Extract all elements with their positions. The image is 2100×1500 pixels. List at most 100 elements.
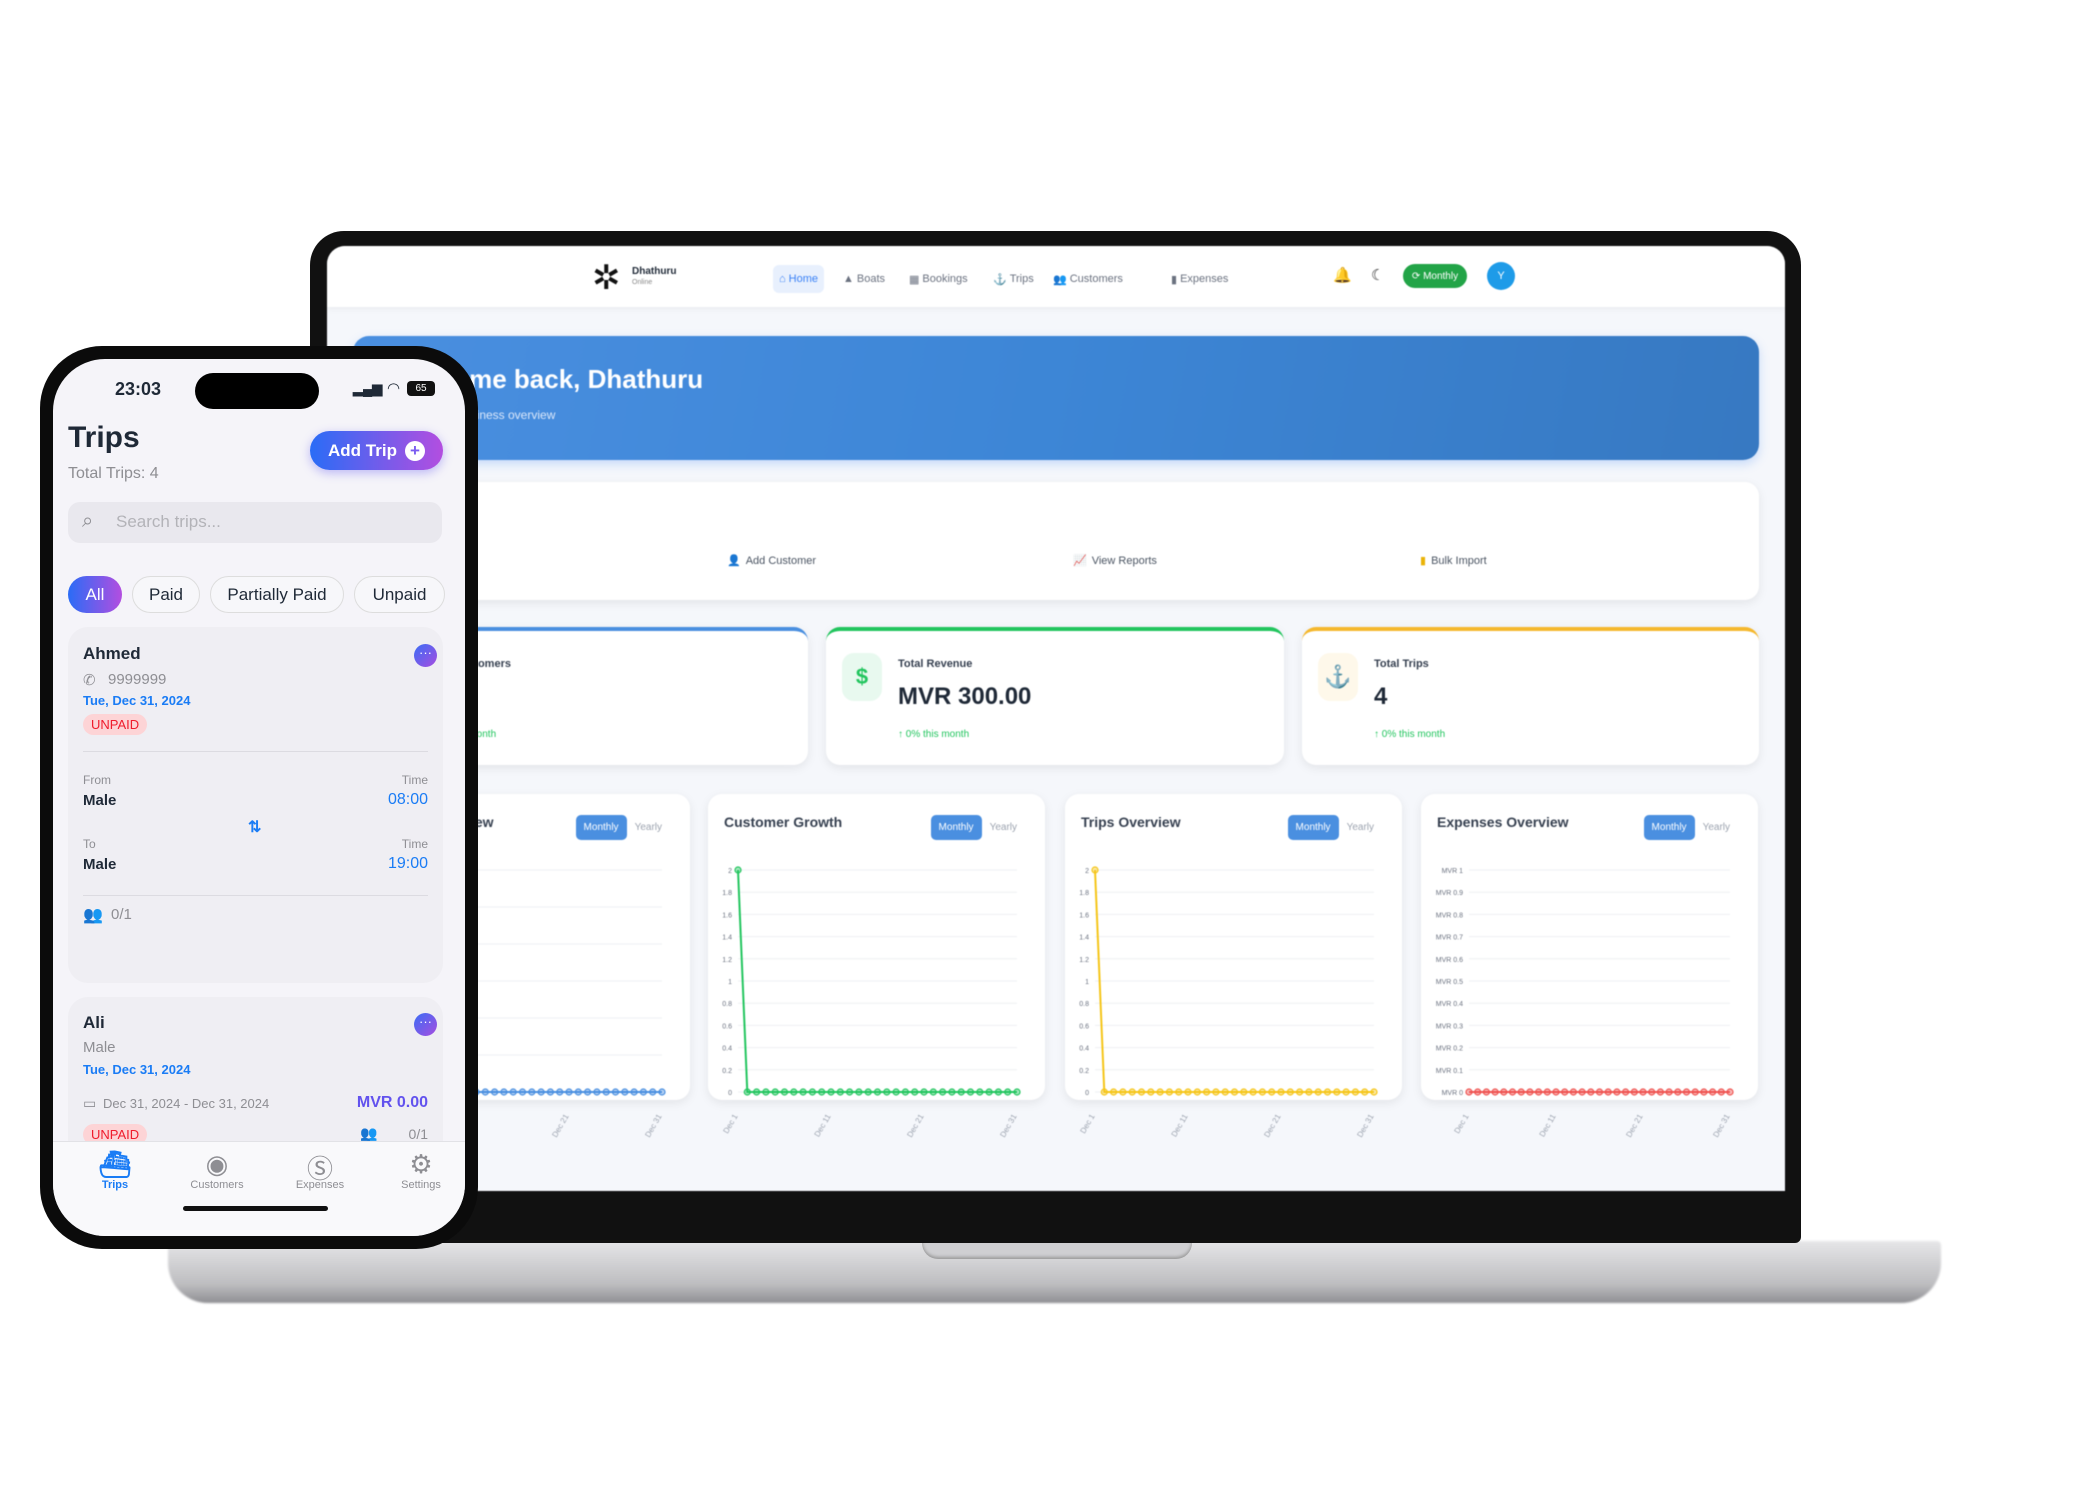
data-point[interactable] bbox=[1109, 1088, 1118, 1096]
data-point[interactable] bbox=[639, 1088, 647, 1096]
add-trip-button[interactable]: Add Trip + bbox=[310, 431, 443, 470]
data-point[interactable] bbox=[1230, 1088, 1239, 1096]
data-point[interactable] bbox=[556, 1088, 564, 1096]
data-point[interactable] bbox=[855, 1088, 863, 1096]
data-point[interactable] bbox=[528, 1088, 536, 1096]
data-point[interactable] bbox=[911, 1088, 919, 1096]
data-point[interactable] bbox=[491, 1088, 499, 1096]
data-point[interactable] bbox=[1500, 1088, 1508, 1096]
data-point[interactable] bbox=[1700, 1088, 1708, 1096]
data-point[interactable] bbox=[883, 1088, 891, 1096]
data-point[interactable] bbox=[1674, 1088, 1682, 1096]
trip-card[interactable]: Ahmed ✆ 9999999 Tue, Dec 31, 2024 UNPAID… bbox=[68, 627, 443, 983]
tab-expenses[interactable]: Ⓢ Expenses bbox=[270, 1149, 370, 1191]
data-point[interactable] bbox=[846, 1088, 854, 1096]
data-point[interactable] bbox=[957, 1088, 965, 1096]
tab-customers[interactable]: ◉ Customers bbox=[167, 1149, 267, 1191]
data-point[interactable] bbox=[1543, 1088, 1551, 1096]
data-point[interactable] bbox=[1333, 1088, 1341, 1096]
data-point[interactable] bbox=[500, 1088, 508, 1096]
data-point[interactable] bbox=[1203, 1088, 1211, 1096]
data-point[interactable] bbox=[537, 1088, 545, 1096]
search-input[interactable]: ⌕ Search trips... bbox=[68, 502, 442, 543]
data-point[interactable] bbox=[1508, 1088, 1517, 1096]
data-point[interactable] bbox=[1482, 1088, 1491, 1096]
data-point[interactable] bbox=[1013, 1088, 1021, 1096]
bell-icon[interactable]: 🔔 bbox=[1333, 266, 1352, 284]
data-point[interactable] bbox=[658, 1088, 666, 1096]
data-point[interactable] bbox=[1175, 1088, 1183, 1096]
data-point[interactable] bbox=[630, 1088, 638, 1096]
data-point[interactable] bbox=[584, 1088, 592, 1096]
data-point[interactable] bbox=[1569, 1088, 1577, 1096]
data-point[interactable] bbox=[1526, 1088, 1534, 1096]
data-point[interactable] bbox=[799, 1088, 807, 1096]
filter-all[interactable]: All bbox=[68, 576, 122, 613]
tab-trips[interactable]: ⛴ Trips bbox=[65, 1149, 165, 1191]
data-point[interactable] bbox=[752, 1088, 761, 1096]
data-point[interactable] bbox=[920, 1088, 928, 1096]
filter-paid[interactable]: Paid bbox=[132, 576, 200, 613]
data-point[interactable] bbox=[780, 1088, 789, 1096]
data-point[interactable] bbox=[481, 1088, 489, 1096]
data-point[interactable] bbox=[762, 1088, 770, 1096]
data-point[interactable] bbox=[621, 1088, 629, 1096]
data-point[interactable] bbox=[743, 1088, 751, 1096]
tab-settings[interactable]: ⚙ Settings bbox=[371, 1149, 465, 1191]
data-point[interactable] bbox=[1004, 1088, 1012, 1096]
data-point[interactable] bbox=[1665, 1088, 1673, 1096]
nav-bookings[interactable]: ▦ Bookings bbox=[903, 265, 974, 293]
data-point[interactable] bbox=[808, 1088, 817, 1096]
data-point[interactable] bbox=[574, 1088, 582, 1096]
data-point[interactable] bbox=[518, 1088, 527, 1096]
data-point[interactable] bbox=[1656, 1088, 1664, 1096]
data-point[interactable] bbox=[836, 1088, 844, 1096]
data-point[interactable] bbox=[1240, 1088, 1248, 1096]
data-point[interactable] bbox=[939, 1088, 947, 1096]
data-point[interactable] bbox=[565, 1088, 573, 1096]
bulk-import-action[interactable]: ▮ Bulk Import bbox=[1420, 554, 1487, 568]
more-icon[interactable]: ··· bbox=[414, 644, 437, 667]
data-point[interactable] bbox=[1119, 1088, 1127, 1096]
data-point[interactable] bbox=[827, 1088, 835, 1096]
data-point[interactable] bbox=[1587, 1088, 1595, 1096]
data-point[interactable] bbox=[1630, 1088, 1638, 1096]
data-point[interactable] bbox=[546, 1088, 554, 1096]
data-point[interactable] bbox=[1193, 1088, 1201, 1096]
data-point[interactable] bbox=[994, 1088, 1002, 1096]
data-point[interactable] bbox=[1726, 1088, 1734, 1096]
data-point[interactable] bbox=[771, 1088, 779, 1096]
data-point[interactable] bbox=[985, 1088, 993, 1096]
data-point[interactable] bbox=[1491, 1088, 1499, 1096]
nav-home[interactable]: ⌂ Home bbox=[773, 265, 824, 293]
data-point[interactable] bbox=[734, 866, 742, 874]
data-point[interactable] bbox=[1717, 1088, 1725, 1096]
nav-trips[interactable]: ⚓ Trips bbox=[987, 265, 1040, 293]
data-point[interactable] bbox=[1156, 1088, 1164, 1096]
data-point[interactable] bbox=[1361, 1088, 1369, 1096]
data-point[interactable] bbox=[1323, 1088, 1332, 1096]
data-point[interactable] bbox=[1682, 1088, 1691, 1096]
data-point[interactable] bbox=[1578, 1088, 1586, 1096]
data-point[interactable] bbox=[1534, 1088, 1543, 1096]
data-point[interactable] bbox=[1277, 1088, 1285, 1096]
data-point[interactable] bbox=[1147, 1088, 1155, 1096]
add-customer-action[interactable]: 👤 Add Customer bbox=[727, 554, 816, 568]
data-point[interactable] bbox=[1342, 1088, 1350, 1096]
data-point[interactable] bbox=[1221, 1088, 1229, 1096]
data-point[interactable] bbox=[929, 1088, 937, 1096]
data-point[interactable] bbox=[901, 1088, 909, 1096]
data-point[interactable] bbox=[1314, 1088, 1322, 1096]
data-point[interactable] bbox=[1351, 1088, 1359, 1096]
data-point[interactable] bbox=[1165, 1088, 1174, 1096]
data-point[interactable] bbox=[1184, 1088, 1192, 1096]
data-point[interactable] bbox=[1595, 1088, 1604, 1096]
filter-partially-paid[interactable]: Partially Paid bbox=[210, 576, 344, 613]
data-point[interactable] bbox=[1561, 1088, 1569, 1096]
data-point[interactable] bbox=[611, 1088, 620, 1096]
data-point[interactable] bbox=[1286, 1088, 1294, 1096]
data-point[interactable] bbox=[1137, 1088, 1146, 1096]
data-point[interactable] bbox=[1604, 1088, 1612, 1096]
data-point[interactable] bbox=[1296, 1088, 1304, 1096]
data-point[interactable] bbox=[892, 1088, 900, 1096]
